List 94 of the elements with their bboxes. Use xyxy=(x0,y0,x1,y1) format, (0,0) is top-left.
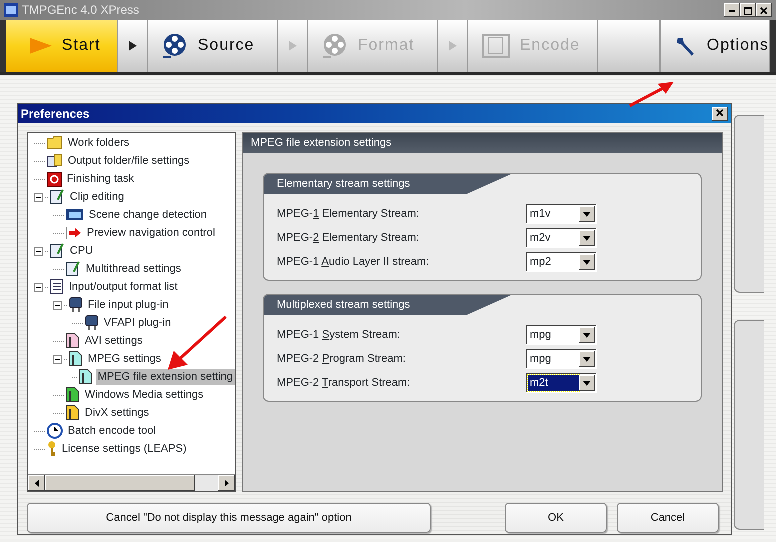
scroll-right-icon xyxy=(224,480,228,486)
film-reel-icon xyxy=(322,33,348,59)
dropdown-arrow-icon xyxy=(583,332,591,338)
dropdown-arrow-icon xyxy=(583,212,591,216)
tree-item[interactable]: License settings (LEAPS) xyxy=(60,440,189,458)
minus-icon xyxy=(36,196,41,198)
field-label: MPEG-1 System Stream: xyxy=(277,328,402,343)
tree-item[interactable]: File input plug-in xyxy=(86,296,171,314)
file-icon xyxy=(66,405,80,421)
collapse-toggle[interactable] xyxy=(34,246,43,256)
wrench-icon xyxy=(675,35,697,57)
tree-item[interactable]: Preview navigation control xyxy=(85,224,218,242)
collapse-toggle[interactable] xyxy=(53,300,62,310)
tree-item[interactable]: Windows Media settings xyxy=(83,386,206,404)
toolbar-panel xyxy=(598,20,660,72)
collapse-toggle[interactable] xyxy=(53,354,62,364)
tree-item[interactable]: Input/output format list xyxy=(67,278,180,296)
close-button[interactable] xyxy=(756,3,772,17)
step-tab[interactable]: Start xyxy=(6,20,118,72)
folder-icon xyxy=(47,136,63,150)
app-icon xyxy=(4,3,18,17)
maximize-icon xyxy=(744,6,752,15)
film-reel-icon xyxy=(162,33,188,59)
dropdown-arrow-icon xyxy=(583,380,591,386)
group-title: Elementary stream settings xyxy=(264,174,512,194)
tree-item[interactable]: Finishing task xyxy=(65,170,136,188)
notepad-icon xyxy=(66,261,81,277)
maximize-button[interactable] xyxy=(740,3,756,17)
minus-icon xyxy=(36,250,41,252)
dialog-title: Preferences xyxy=(21,106,90,122)
horizontal-scrollbar[interactable] xyxy=(28,474,235,491)
file-icon xyxy=(66,387,80,403)
panel-title: MPEG file extension settings xyxy=(243,133,722,153)
document-icon xyxy=(50,279,64,295)
step-tab[interactable]: Source xyxy=(148,20,278,72)
tree-item[interactable]: CPU xyxy=(68,242,96,260)
field-label: MPEG-2 Program Stream: xyxy=(277,352,407,367)
play-icon xyxy=(30,38,52,54)
close-icon xyxy=(760,6,768,15)
minus-icon xyxy=(55,304,60,306)
minimize-icon xyxy=(729,10,735,12)
tree-item[interactable]: Work folders xyxy=(66,134,132,152)
close-icon xyxy=(716,108,724,117)
dropdown-arrow-icon xyxy=(583,356,591,362)
tree-item[interactable]: Scene change detection xyxy=(87,206,210,224)
close-button[interactable] xyxy=(712,106,728,120)
scroll-left-icon xyxy=(34,480,38,486)
clock-icon xyxy=(47,423,63,439)
field-label: MPEG-2 Transport Stream: xyxy=(277,376,412,391)
tree-item[interactable]: MPEG file extension setting xyxy=(96,368,235,386)
tree-item[interactable]: Output folder/file settings xyxy=(66,152,192,170)
extension-dropdown[interactable]: m2v xyxy=(526,228,597,248)
stop-icon xyxy=(47,172,62,186)
extension-dropdown[interactable]: m2t xyxy=(526,373,597,393)
file-icon xyxy=(78,369,93,385)
tree-item[interactable]: Clip editing xyxy=(68,188,126,206)
film-strip-icon xyxy=(482,34,510,58)
extension-dropdown[interactable]: mpg xyxy=(526,325,597,345)
cancel-button[interactable]: Cancel xyxy=(617,503,719,533)
notepad-icon xyxy=(50,189,65,205)
field-label: MPEG-1 Elementary Stream: xyxy=(277,206,420,222)
tree-item[interactable]: DivX settings xyxy=(83,404,152,422)
dropdown-arrow-icon xyxy=(583,236,591,240)
options-button[interactable]: Options xyxy=(660,20,770,72)
tree-item[interactable]: MPEG settings xyxy=(86,350,164,368)
file-icon xyxy=(66,333,80,349)
folder-file-icon xyxy=(47,154,63,168)
plug-icon xyxy=(85,315,99,331)
minus-icon xyxy=(36,286,41,288)
ok-button[interactable]: OK xyxy=(505,503,607,533)
extension-dropdown[interactable]: mp2 xyxy=(526,252,597,272)
minimize-button[interactable] xyxy=(724,3,740,17)
tree-item[interactable]: AVI settings xyxy=(83,332,145,350)
extension-dropdown[interactable]: m1v xyxy=(526,204,597,224)
file-icon xyxy=(69,351,83,367)
collapse-toggle[interactable] xyxy=(34,282,43,292)
film-icon xyxy=(66,209,84,221)
tree-item[interactable]: Multithread settings xyxy=(84,260,184,278)
extension-dropdown[interactable]: mpg xyxy=(526,349,597,369)
collapse-toggle[interactable] xyxy=(34,192,43,202)
tree-item[interactable]: VFAPI plug-in xyxy=(102,314,174,332)
field-label: MPEG-2 Elementary Stream: xyxy=(277,230,420,246)
field-label: MPEG-1 Audio Layer II stream: xyxy=(277,254,430,270)
annotation-arrow xyxy=(628,82,674,108)
minus-icon xyxy=(55,358,60,360)
group-title: Multiplexed stream settings xyxy=(264,295,512,315)
tree-item[interactable]: Batch encode tool xyxy=(66,422,158,440)
window-title: TMPGEnc 4.0 XPress xyxy=(22,2,140,19)
arrow-icon xyxy=(66,227,82,239)
notepad-icon xyxy=(50,243,65,259)
plug-icon xyxy=(69,297,83,313)
reset-option-button[interactable]: Cancel "Do not display this message again" option xyxy=(27,503,431,533)
key-icon xyxy=(47,441,57,457)
dropdown-arrow-icon xyxy=(583,260,591,264)
